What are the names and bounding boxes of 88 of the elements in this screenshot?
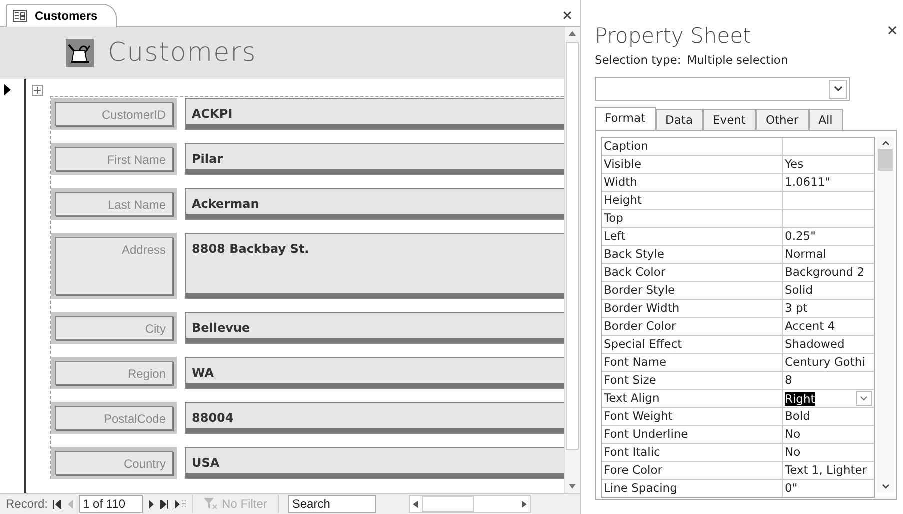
field-label: First Name [55,147,173,171]
scroll-down-icon[interactable] [569,484,576,489]
property-tab[interactable]: Format [595,107,656,131]
property-value[interactable]: No [783,426,874,443]
field-label: CustomerID [55,102,173,126]
chevron-down-icon [834,86,842,92]
property-name[interactable]: Font Underline [602,426,783,443]
text-field[interactable]: WA [185,357,564,389]
field-label: Last Name [55,192,173,216]
property-value[interactable]: Accent 4 [783,318,874,335]
property-name[interactable]: Border Width [602,300,783,317]
property-value[interactable]: Solid [783,282,874,299]
property-name[interactable]: Left [602,228,783,245]
next-record-icon[interactable] [148,500,156,508]
current-record-icon [4,84,11,96]
scroll-thumb[interactable] [878,149,893,171]
property-value[interactable]: Century Gothi [783,354,874,371]
funnel-icon [204,498,218,510]
property-value[interactable]: No [783,444,874,461]
property-value[interactable]: Normal [783,246,874,263]
property-value[interactable]: 1.0611" [783,174,874,191]
property-name[interactable]: Fore Color [602,462,783,479]
text-field[interactable]: Bellevue [185,312,564,344]
chevron-down-icon [860,396,868,401]
property-name[interactable]: Font Name [602,354,783,371]
property-name[interactable]: Special Effect [602,336,783,353]
first-record-icon[interactable] [53,500,62,508]
property-name[interactable]: Width [602,174,783,191]
last-record-icon[interactable] [160,500,170,508]
property-value[interactable]: 3 pt [783,300,874,317]
vertical-scrollbar[interactable] [877,137,894,493]
property-value[interactable]: 8 [783,372,874,389]
property-name[interactable]: Height [602,192,783,209]
property-tab[interactable]: Event [703,109,756,131]
form-title: Customers [108,38,257,68]
property-value[interactable]: Background 2 [783,264,874,281]
field-label: City [55,316,173,340]
close-icon[interactable] [563,11,572,20]
form-icon [13,10,27,22]
property-name[interactable]: Caption [602,138,783,155]
text-field[interactable]: 8808 Backbay St. [185,233,564,299]
document-tab-label: Customers [35,9,98,23]
property-name[interactable]: Border Color [602,318,783,335]
property-value[interactable]: Yes [783,156,874,173]
property-name[interactable]: Text Align [602,390,783,407]
scroll-down-icon[interactable] [882,484,890,489]
close-icon[interactable] [888,26,897,35]
move-handle-icon[interactable] [32,85,43,96]
property-value[interactable]: 0" [783,480,874,497]
vertical-scrollbar[interactable] [564,27,580,493]
text-field[interactable]: Pilar [185,143,564,175]
new-record-icon[interactable] [174,500,188,508]
property-tab[interactable]: Data [656,109,703,131]
field-label: Address [55,237,173,295]
text-field[interactable]: ACKPI [185,98,564,130]
property-value[interactable]: Text 1, Lighter [783,462,874,479]
record-position-field[interactable]: 1 of 110 [79,495,144,513]
property-name[interactable]: Top [602,210,783,227]
document-tab[interactable]: Customers [6,4,117,27]
property-name[interactable]: Border Style [602,282,783,299]
field-label: PostalCode [55,406,173,430]
property-name[interactable]: Back Color [602,264,783,281]
text-field[interactable]: 88004 [185,402,564,434]
property-tab[interactable]: Other [756,109,809,131]
property-value[interactable]: Bold [783,408,874,425]
text-field[interactable]: USA [185,447,564,479]
selection-type-value: Multiple selection [687,53,788,67]
scroll-up-icon[interactable] [569,31,576,36]
field-label: Region [55,361,173,385]
property-name[interactable]: Font Italic [602,444,783,461]
panel-title: Property Sheet [595,24,752,48]
selection-type-label: Selection type: [595,53,682,67]
text-field[interactable]: Ackerman [185,188,564,220]
property-name[interactable]: Back Style [602,246,783,263]
property-value[interactable]: Shadowed [783,336,874,353]
scroll-up-icon[interactable] [882,141,890,146]
property-name[interactable]: Font Size [602,372,783,389]
property-value[interactable]: 0.25" [783,228,874,245]
property-dropdown[interactable]: Right [783,390,874,407]
property-name[interactable]: Line Spacing [602,480,783,497]
record-label: Record: [6,497,48,511]
watering-can-icon [66,39,94,67]
property-name[interactable]: Visible [602,156,783,173]
field-label: Country [55,451,173,475]
horizontal-scrollbar[interactable] [409,495,532,513]
search-field[interactable]: Search [288,495,376,513]
property-tab[interactable]: All [808,109,843,131]
property-name[interactable]: Font Weight [602,408,783,425]
